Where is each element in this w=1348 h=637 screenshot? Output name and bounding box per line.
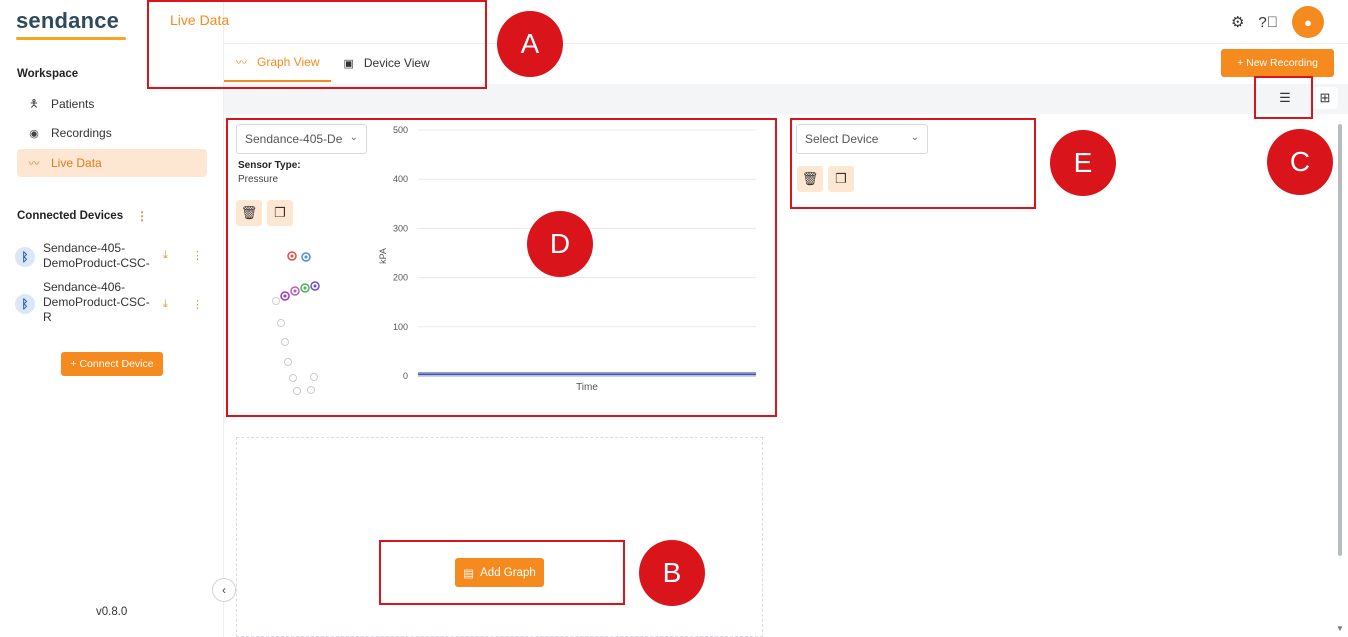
connect-device-button[interactable]: + Connect Device: [61, 352, 163, 376]
header-actions: ⚙ ?⃝ ●: [1231, 6, 1324, 38]
workspace-title: Workspace: [17, 68, 79, 80]
device-name: Sendance-405-DemoProduct-CSC-: [43, 241, 150, 270]
annotation-box-a: [147, 0, 487, 89]
connected-devices-label: Connected Devices: [17, 210, 124, 222]
scrollbar-thumb[interactable]: [1338, 124, 1342, 556]
annotation-label-b: B: [639, 540, 705, 606]
download-icon[interactable]: ⤓: [163, 298, 168, 311]
annotation-label-d: D: [527, 211, 593, 277]
device-menu-icon[interactable]: ⋮: [192, 298, 203, 311]
device-item[interactable]: ᛒ Sendance-406-DemoProduct-CSC-R: [15, 280, 205, 325]
user-avatar[interactable]: ●: [1292, 6, 1324, 38]
sidebar-item-recordings[interactable]: ◉ Recordings: [17, 119, 207, 147]
app-version: v0.8.0: [96, 606, 128, 618]
brand-wordmark: sendance: [16, 8, 120, 33]
connected-devices-title: Connected Devices: [17, 210, 123, 222]
annotation-box-d: [226, 118, 777, 417]
annotation-box-c: [1254, 76, 1313, 119]
device-item[interactable]: ᛒ Sendance-405-DemoProduct-CSC-: [15, 241, 205, 271]
annotation-box-b: [379, 540, 625, 605]
device-menu-icon[interactable]: ⋮: [192, 249, 203, 262]
settings-icon[interactable]: ⚙: [1231, 13, 1244, 31]
sidebar-item-label: Recordings: [51, 126, 112, 140]
sidebar-item-patients[interactable]: 🯅 Patients: [17, 90, 207, 118]
annotation-label-c: C: [1267, 129, 1333, 195]
sidebar: sendance Workspace 🯅 Patients ◉ Recordin…: [0, 0, 224, 637]
record-icon: ◉: [29, 127, 39, 140]
help-icon[interactable]: ?⃝: [1258, 14, 1278, 31]
app-root: sendance Workspace 🯅 Patients ◉ Recordin…: [0, 0, 1348, 637]
sidebar-item-live-data[interactable]: 〰 Live Data: [17, 149, 207, 177]
annotation-label-a: A: [497, 11, 563, 77]
scroll-down-icon[interactable]: ▼: [1336, 624, 1344, 633]
collapse-sidebar-button[interactable]: ‹: [212, 578, 236, 602]
brand-logo[interactable]: sendance: [16, 8, 126, 40]
bluetooth-icon: ᛒ: [15, 247, 35, 267]
sidebar-item-label: Patients: [51, 97, 95, 111]
connected-devices-menu-icon[interactable]: ⋮: [136, 209, 148, 223]
bluetooth-icon: ᛒ: [15, 294, 35, 314]
annotation-label-e: E: [1050, 130, 1116, 196]
new-recording-button[interactable]: + New Recording: [1221, 49, 1334, 77]
add-graph-area: [236, 437, 763, 637]
annotation-box-e: [790, 118, 1036, 209]
logo-swoosh: [16, 37, 126, 40]
person-icon: 🯅: [29, 97, 39, 110]
sidebar-item-label: Live Data: [51, 156, 102, 170]
grid-view-icon[interactable]: ⊞: [1312, 87, 1338, 109]
main-scrollbar[interactable]: [1336, 124, 1344, 629]
trend-icon: 〰: [28, 158, 40, 170]
download-icon[interactable]: ⤓: [163, 249, 168, 262]
device-name: Sendance-406-DemoProduct-CSC-R: [43, 280, 150, 324]
